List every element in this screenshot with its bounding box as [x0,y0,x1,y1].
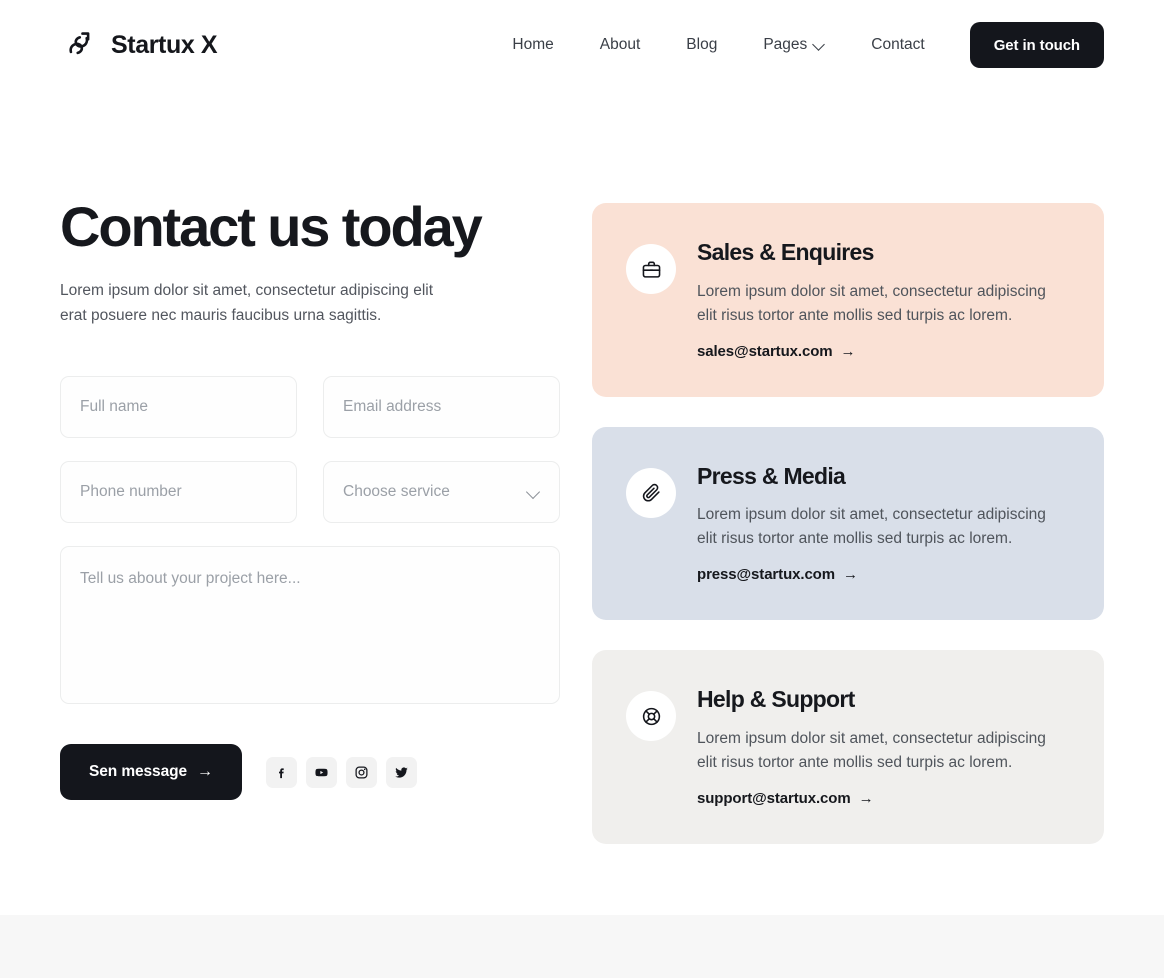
nav-item-pages[interactable]: Pages [740,36,848,54]
card-title: Press & Media [697,462,846,489]
send-message-label: Sen message [89,763,187,781]
get-in-touch-button[interactable]: Get in touch [969,22,1104,68]
arrow-right-icon: → [840,342,856,360]
footer-strip [0,915,1164,978]
startux-swirl-arrow-logo-icon [60,25,100,65]
contact-page: Startux X Home About Blog Pages Contact … [0,0,1164,978]
sales-email-link[interactable]: sales@startux.com → [697,342,856,360]
contact-card-press: Press & Media Lorem ipsum dolor sit amet… [592,426,1104,621]
main-content: Contact us today Lorem ipsum dolor sit a… [0,90,1164,915]
press-email-label: press@startux.com [697,566,835,584]
nav-item-contact[interactable]: Contact [848,36,947,54]
form-actions: Sen message → [60,744,560,801]
card-body: Sales & Enquires Lorem ipsum dolor sit a… [697,239,1064,361]
send-message-button[interactable]: Sen message → [60,744,242,801]
social-links [265,756,417,788]
nav-item-home-label: Home [512,36,554,53]
form-row-1: Full name Email address [60,376,560,439]
message-textarea[interactable]: Tell us about your project here... [60,546,560,705]
twitter-icon[interactable] [385,756,417,788]
nav-item-contact-label: Contact [871,36,925,53]
brand-name: Startux X [111,30,218,59]
phone-input[interactable]: Phone number [60,461,297,524]
support-email-link[interactable]: support@startux.com → [697,790,874,807]
service-select-label: Choose service [343,483,450,501]
contact-card-support: Help & Support Lorem ipsum dolor sit ame… [592,650,1104,844]
form-row-2: Phone number Choose service [60,461,560,524]
card-description: Lorem ipsum dolor sit amet, consectetur … [697,282,1046,324]
contact-card-sales: Sales & Enquires Lorem ipsum dolor sit a… [592,203,1104,397]
card-body: Help & Support Lorem ipsum dolor sit ame… [697,686,1064,808]
lifebuoy-icon [626,691,676,742]
site-header: Startux X Home About Blog Pages Contact … [0,0,1164,90]
chevron-down-icon [527,486,540,499]
nav-item-blog[interactable]: Blog [663,36,740,54]
arrow-right-icon: → [858,789,874,807]
arrow-right-icon: → [197,763,213,781]
facebook-icon[interactable] [265,756,297,788]
page-title: Contact us today [60,195,483,258]
nav-item-blog-label: Blog [686,36,718,53]
nav-item-home[interactable]: Home [512,36,576,54]
paperclip-icon [626,467,676,518]
sales-email-label: sales@startux.com [697,342,833,360]
service-select[interactable]: Choose service [323,461,560,524]
contact-cards-column: Sales & Enquires Lorem ipsum dolor sit a… [592,90,1104,915]
full-name-input[interactable]: Full name [60,376,297,439]
youtube-icon[interactable] [305,756,337,788]
card-description: Lorem ipsum dolor sit amet, consectetur … [697,729,1046,771]
main-nav: Home About Blog Pages Contact Get in tou… [512,22,1104,68]
card-description: Lorem ipsum dolor sit amet, consectetur … [697,506,1046,548]
nav-item-about[interactable]: About [577,36,664,54]
card-title: Help & Support [697,686,855,713]
nav-item-pages-label: Pages [763,36,808,53]
briefcase-icon [626,244,676,294]
email-input[interactable]: Email address [323,376,560,439]
instagram-icon[interactable] [345,756,377,788]
page-subtitle: Lorem ipsum dolor sit amet, consectetur … [60,282,434,325]
press-email-link[interactable]: press@startux.com → [697,566,858,583]
card-body: Press & Media Lorem ipsum dolor sit amet… [697,463,1064,585]
card-title: Sales & Enquires [697,239,874,265]
contact-form: Full name Email address Phone number Cho… [60,376,560,801]
support-email-label: support@startux.com [697,789,851,807]
contact-form-column: Contact us today Lorem ipsum dolor sit a… [60,90,560,915]
arrow-right-icon: → [842,566,858,584]
chevron-down-icon [814,39,825,50]
nav-item-about-label: About [599,36,641,53]
brand-logo[interactable]: Startux X [60,25,218,65]
